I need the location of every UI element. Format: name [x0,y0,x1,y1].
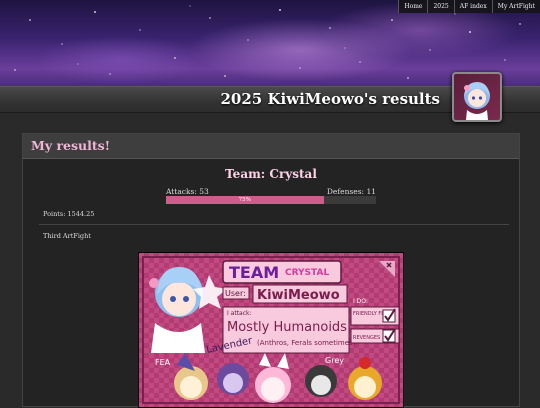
nav-home-link[interactable]: Home [398,0,427,13]
attack-ratio-fill: 75% [166,196,324,204]
points-value: Points: 1544.25 [43,210,95,218]
results-card: My results! Team: Crystal Attacks: 53 De… [22,133,520,408]
badge-user-name: KiwiMeowo [257,288,340,303]
team-name: Team: Crystal [225,167,317,181]
avatar-image [464,82,490,120]
attacks-count: Attacks: 53 [166,187,209,196]
nav-af-index-link[interactable]: AF index [453,0,492,13]
defenses-count: Defenses: 11 [326,187,376,196]
badge-attack-note: (Anthros, Ferals sometimes) [257,339,356,347]
team-badge-image: TEAM CRYSTAL User: KiwiMeowo I attack: M… [138,252,404,408]
divider [39,224,509,225]
nav-2025-link[interactable]: 2025 [427,0,453,13]
team-badge-artwork: TEAM CRYSTAL User: KiwiMeowo I attack: M… [139,253,403,407]
badge-attack-value: Mostly Humanoids [227,320,347,335]
attack-ratio-bar: 75% [166,196,376,204]
badge-team-word: TEAM [229,263,279,282]
badge-revenge: REVENGES [353,335,380,341]
badge-bottom-label: FEA [155,358,171,367]
results-card-header: My results! [23,134,519,159]
badge-team-name: CRYSTAL [285,268,329,278]
page-title: 2025 KiwiMeowo's results [220,90,440,108]
participation-label: Third ArtFight [43,232,91,240]
badge-i-do-label: I DO: [353,298,368,305]
badge-tag-grey: Grey [325,356,344,365]
badge-attack-label: I attack: [227,310,252,317]
results-heading: My results! [31,138,111,153]
badge-user-label: User: [225,289,246,298]
avatar[interactable] [452,72,502,122]
nav-my-artfight-link[interactable]: My ArtFight [491,0,540,13]
top-navigation: Home 2025 AF index My ArtFight [398,0,540,13]
